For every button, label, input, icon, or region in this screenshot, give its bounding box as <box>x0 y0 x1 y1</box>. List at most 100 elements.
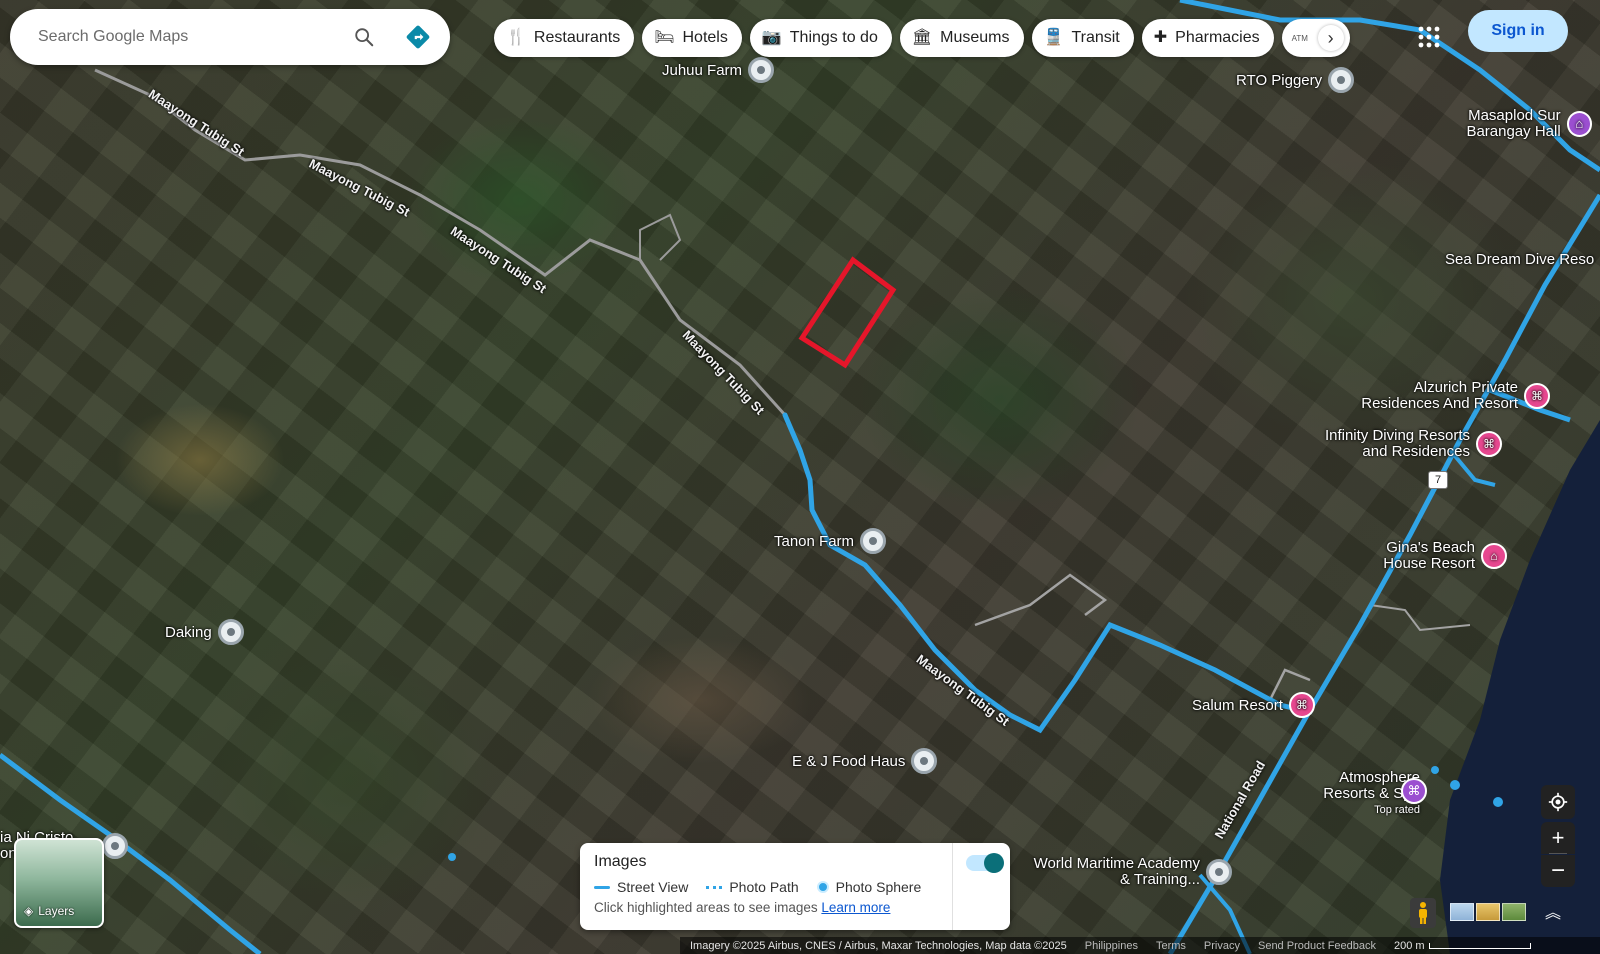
layers-icon: ◈ <box>24 904 34 918</box>
school-pin-icon <box>1206 859 1232 885</box>
place-label: Salum Resort <box>1192 696 1283 714</box>
place-rating-label: Top rated <box>1374 804 1420 816</box>
sign-in-button[interactable]: Sign in <box>1468 10 1568 52</box>
train-icon: 🚆 <box>1043 29 1064 46</box>
panel-divider <box>952 843 953 930</box>
place-atmosphere[interactable]: Atmosphere Resorts & Spa Top rated <box>1280 770 1420 818</box>
road-side <box>639 213 682 261</box>
photo-sphere-dot[interactable] <box>1431 766 1439 774</box>
satellite-map[interactable]: Maayong Tubig St Maayong Tubig St Maayon… <box>0 0 1600 954</box>
layers-label-wrap: ◈ Layers <box>24 904 74 918</box>
road-side-2 <box>974 573 1108 627</box>
museum-icon: 🏛 <box>911 29 933 46</box>
chip-restaurants[interactable]: 🍴 Restaurants <box>494 19 635 57</box>
hint-text: Click highlighted areas to see images <box>594 900 818 915</box>
zoom-out-button[interactable]: − <box>1541 855 1575 887</box>
layers-label: Layers <box>38 904 75 918</box>
chip-pharmacies[interactable]: ✚ Pharmacies <box>1141 19 1274 57</box>
search-icon <box>355 28 374 47</box>
legend-photo-path: Photo Path <box>706 879 799 895</box>
legend-label: Photo Path <box>729 879 799 895</box>
chip-label: Things to do <box>789 29 878 46</box>
sea-area <box>1440 420 1600 954</box>
place-juhuu-farm[interactable]: Juhuu Farm <box>662 57 775 83</box>
place-masaplod[interactable]: Masaplod Sur Barangay Hall ⌂ <box>1452 108 1592 140</box>
search-button[interactable] <box>348 21 380 53</box>
camera-icon: 📷 <box>761 29 782 46</box>
place-ej-food-haus[interactable]: E & J Food Haus <box>792 748 938 774</box>
hotel-icon: 🛏 <box>654 29 675 46</box>
hotel-pin-icon: ⌘ <box>1476 431 1502 457</box>
chevron-up-icon[interactable]: ︽ <box>1545 899 1561 923</box>
chip-atm[interactable]: ATM › <box>1281 19 1350 57</box>
place-pin-icon <box>748 57 775 83</box>
place-pin-icon <box>217 619 244 645</box>
images-toggle[interactable] <box>966 853 1004 873</box>
place-label: Tanon Farm <box>774 532 855 550</box>
my-location-button[interactable] <box>1541 785 1575 819</box>
chevron-right-icon[interactable]: › <box>1317 25 1344 51</box>
chip-label: Restaurants <box>533 29 621 46</box>
place-label: Infinity Diving Resorts and Residences <box>1324 427 1470 460</box>
scale-bar[interactable]: 200 m <box>1394 940 1531 952</box>
search-bar <box>10 9 450 65</box>
directions-button[interactable] <box>402 21 434 53</box>
street-view-line-maayong[interactable] <box>782 412 1313 734</box>
legend-label: Photo Sphere <box>835 879 922 895</box>
imagery-thumbnail[interactable] <box>1476 903 1500 921</box>
place-rto-piggery[interactable]: RTO Piggery <box>1236 67 1355 93</box>
place-label: RTO Piggery <box>1236 71 1323 89</box>
legend-photo-sphere: Photo Sphere <box>816 879 922 895</box>
place-label: Daking <box>165 623 212 641</box>
images-hint: Click highlighted areas to see images Le… <box>594 900 996 915</box>
directions-icon <box>406 25 430 49</box>
place-label: Sea Dream Dive Reso <box>1445 251 1595 268</box>
highlighted-parcel <box>798 256 897 369</box>
place-daking[interactable]: Daking <box>165 619 244 645</box>
place-tanon-farm[interactable]: Tanon Farm <box>774 528 887 554</box>
privacy-link[interactable]: Privacy <box>1204 940 1240 952</box>
photo-sphere-dot[interactable] <box>1450 780 1460 790</box>
place-infinity[interactable]: Infinity Diving Resorts and Residences ⌘ <box>1300 428 1532 460</box>
place-world-maritime[interactable]: World Maritime Academy & Training... <box>1030 856 1238 888</box>
photo-path-line-icon <box>706 885 723 889</box>
pegman-icon <box>1419 902 1427 924</box>
church-pin-icon[interactable] <box>102 833 128 859</box>
government-building-icon: ⌂ <box>1566 111 1592 137</box>
chip-things-to-do[interactable]: 📷 Things to do <box>749 19 892 57</box>
place-ginas[interactable]: Gina's Beach House Resort ⌂ <box>1360 540 1538 572</box>
legend-street-view: Street View <box>594 879 688 895</box>
chip-label: Transit <box>1071 29 1120 46</box>
chip-label: Hotels <box>682 29 728 46</box>
place-pin-icon <box>860 528 887 554</box>
resort-pin-icon[interactable]: ⌘ <box>1401 778 1427 804</box>
imagery-thumbnail[interactable] <box>1502 903 1526 921</box>
chip-transit[interactable]: 🚆 Transit <box>1031 19 1134 57</box>
terms-link[interactable]: Terms <box>1156 940 1186 952</box>
place-salum-resort[interactable]: Salum Resort ⌘ <box>1192 692 1315 718</box>
pegman-button[interactable] <box>1410 898 1436 928</box>
place-alzurich[interactable]: Alzurich Private Residences And Resort ⌘ <box>1338 380 1568 412</box>
chip-label: ATM <box>1291 33 1308 43</box>
layers-button[interactable]: ◈ Layers <box>14 838 104 928</box>
imagery-thumbnails <box>1450 903 1526 921</box>
restaurant-icon: 🍴 <box>506 29 526 46</box>
search-input[interactable] <box>36 27 348 47</box>
scale-label: 200 m <box>1394 939 1425 952</box>
map-footer: Imagery ©2025 Airbus, CNES / Airbus, Max… <box>680 937 1600 954</box>
place-pin-icon <box>1328 67 1355 93</box>
apps-grid-icon[interactable] <box>1414 22 1444 52</box>
chip-label: Museums <box>940 29 1010 46</box>
country-link[interactable]: Philippines <box>1085 940 1138 952</box>
place-pin-icon <box>911 748 938 774</box>
place-sea-dream[interactable]: Sea Dream Dive Reso <box>1445 251 1594 268</box>
photo-sphere-dot[interactable] <box>448 853 456 861</box>
zoom-in-button[interactable]: + <box>1541 822 1575 854</box>
chip-label: Pharmacies <box>1175 29 1260 46</box>
chip-museums[interactable]: 🏛 Museums <box>899 19 1024 57</box>
photo-sphere-dot[interactable] <box>1493 797 1503 807</box>
imagery-thumbnail[interactable] <box>1450 903 1474 921</box>
learn-more-link[interactable]: Learn more <box>821 900 890 915</box>
feedback-link[interactable]: Send Product Feedback <box>1258 940 1376 952</box>
chip-hotels[interactable]: 🛏 Hotels <box>642 19 742 57</box>
